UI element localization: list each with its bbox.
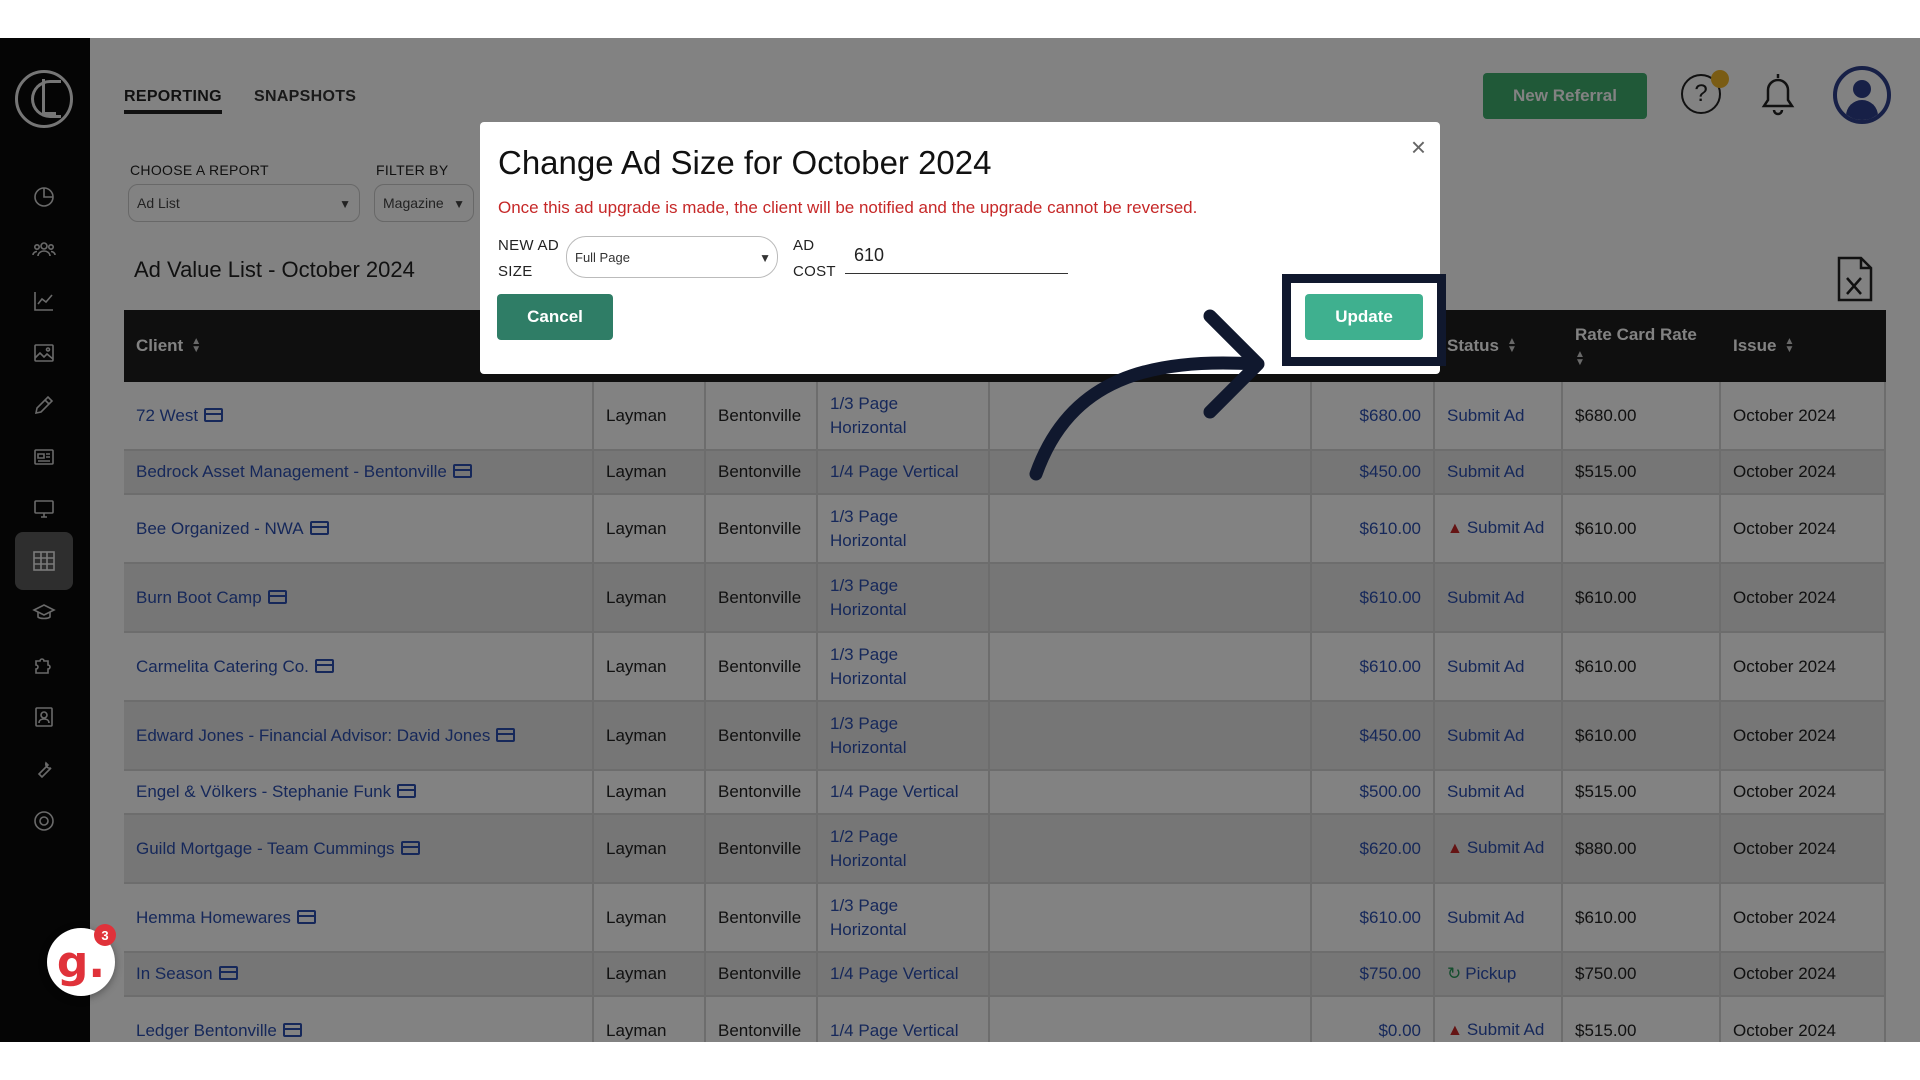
app-frame: REPORTING SNAPSHOTS New Referral ? CHOOS… [0, 38, 1920, 1042]
ad-cost-label-line1: AD [793, 237, 815, 254]
annotation-arrow [1029, 309, 1265, 481]
cancel-button[interactable]: Cancel [497, 294, 613, 340]
new-ad-size-label-line1: NEW AD [498, 237, 559, 254]
chevron-down-icon: ▼ [759, 251, 771, 265]
dialog-warning-text: Once this ad upgrade is made, the client… [498, 198, 1198, 217]
ad-cost-label: AD COST [793, 233, 836, 285]
highlight-box [1282, 274, 1446, 366]
new-ad-size-label-line2: SIZE [498, 263, 533, 280]
new-ad-size-value: Full Page [575, 249, 630, 265]
dialog-title: Change Ad Size for October 2024 [498, 144, 992, 181]
close-icon[interactable]: × [1411, 132, 1426, 163]
new-ad-size-label: NEW AD SIZE [498, 233, 559, 285]
ad-cost-label-line2: COST [793, 263, 836, 280]
helper-notification-count: 3 [94, 924, 116, 946]
new-ad-size-select[interactable]: Full Page ▼ [566, 236, 778, 278]
